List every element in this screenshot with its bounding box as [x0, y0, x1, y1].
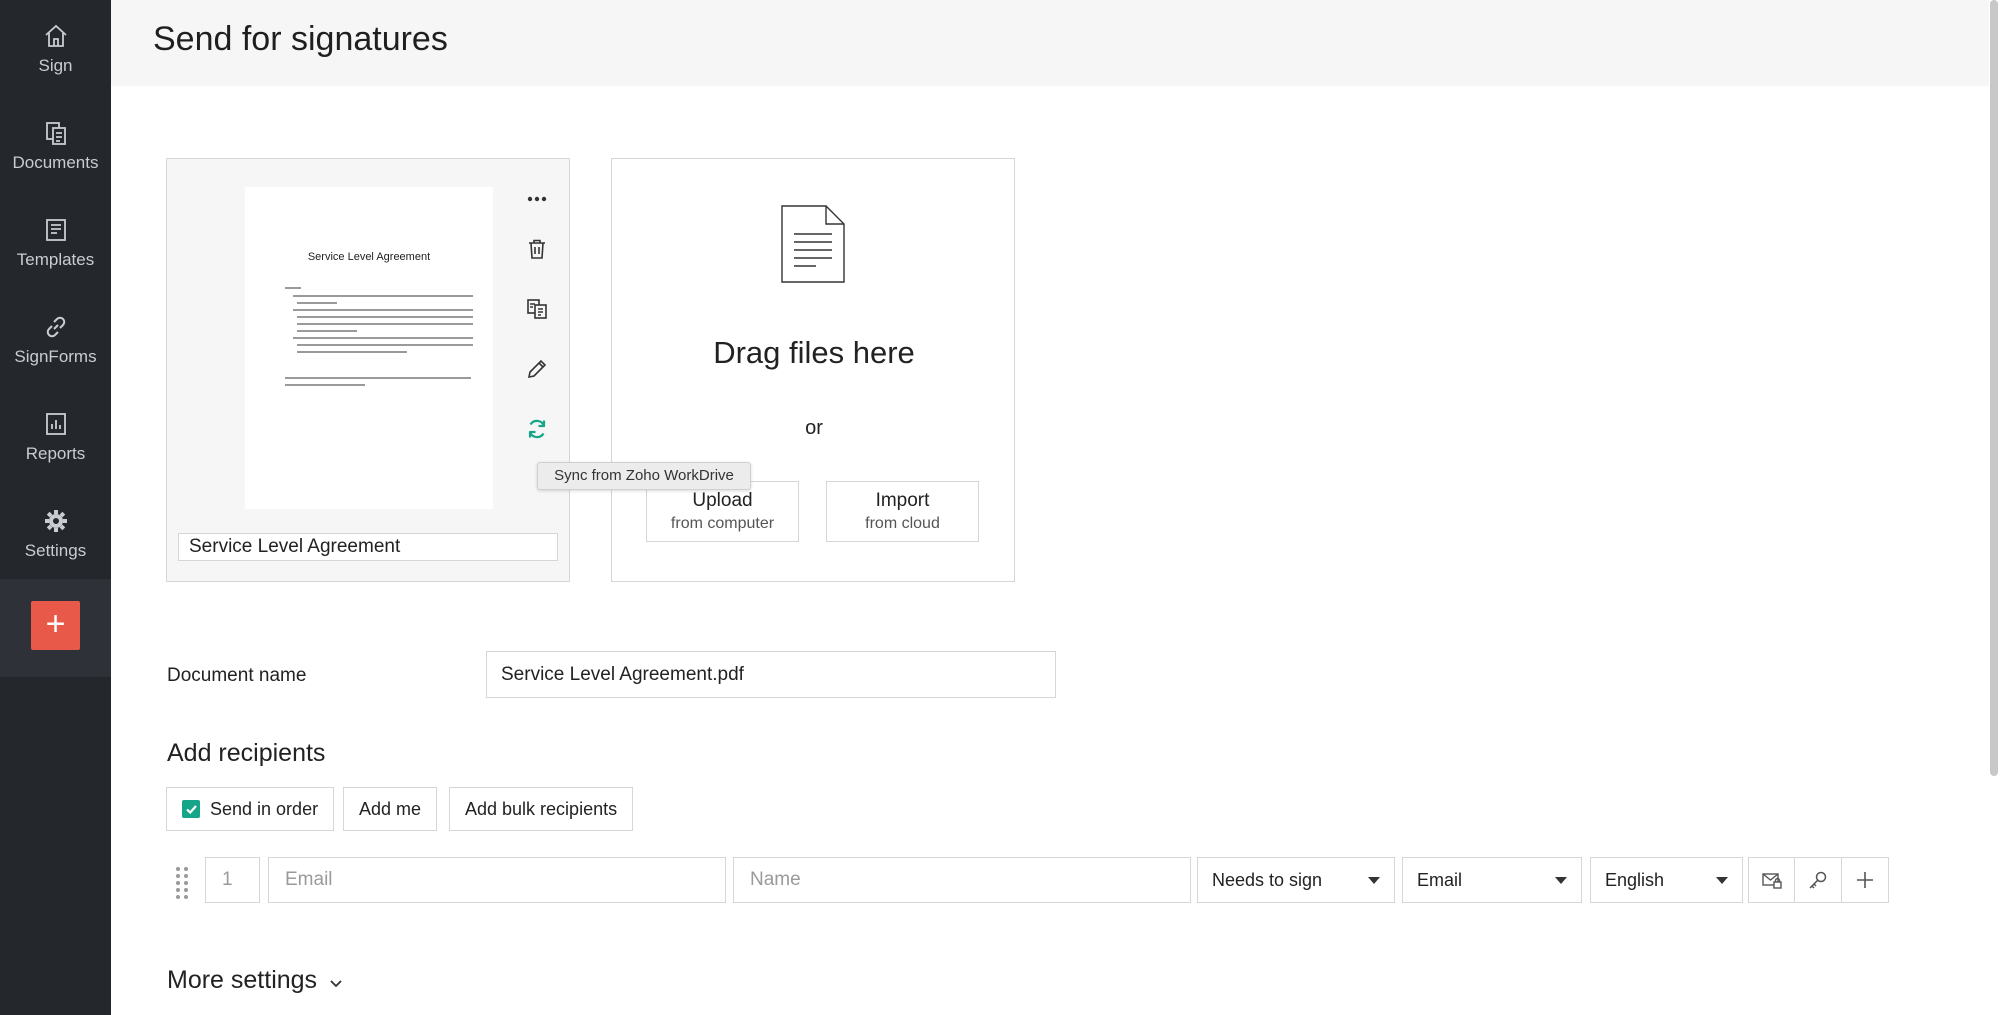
sidebar-item-label: Reports [25, 443, 86, 463]
recipient-email-input[interactable] [268, 857, 726, 903]
upload-button-title: Upload [692, 490, 753, 511]
sync-tooltip: Sync from Zoho WorkDrive [537, 462, 751, 490]
drag-handle-icon[interactable] [174, 865, 192, 899]
more-settings-toggle[interactable]: More settings [167, 966, 345, 995]
templates-icon [45, 218, 66, 241]
sidebar-item-sign[interactable]: Sign [0, 0, 111, 97]
gear-icon [44, 509, 67, 532]
sidebar-item-label: Templates [16, 249, 95, 269]
upload-button-subtitle: from computer [670, 515, 775, 532]
file-icon [781, 205, 845, 283]
recipient-delivery-select[interactable]: Email [1402, 857, 1582, 903]
new-document-button[interactable]: + [31, 601, 80, 650]
pencil-icon [527, 359, 547, 379]
document-name-field[interactable] [486, 651, 1056, 698]
link-icon [46, 316, 65, 337]
sidebar-item-reports[interactable]: Reports [0, 388, 111, 485]
sidebar: Sign Documents Templates SignForms Repor… [0, 0, 111, 1015]
import-button-title: Import [875, 490, 930, 511]
add-bulk-recipients-button[interactable]: Add bulk recipients [449, 787, 634, 831]
recipient-role-select[interactable]: Needs to sign [1197, 857, 1395, 903]
add-me-button[interactable]: Add me [343, 787, 438, 831]
recipient-role-value: Needs to sign [1212, 870, 1323, 890]
document-card: Service Level Agreement [166, 158, 570, 582]
recipient-order-field[interactable] [205, 857, 260, 903]
recipient-delivery-value: Email [1417, 870, 1463, 890]
sidebar-item-label: Documents [12, 152, 99, 172]
drag-files-text: Drag files here [713, 335, 915, 370]
trash-icon [529, 239, 545, 259]
check-icon [185, 804, 197, 814]
sidebar-item-signforms[interactable]: SignForms [0, 291, 111, 388]
send-in-order-toggle[interactable]: Send in order [166, 787, 335, 831]
add-recipients-title: Add recipients [167, 739, 326, 767]
send-in-order-label: Send in order [210, 798, 319, 819]
recipient-language-value: English [1605, 870, 1665, 890]
caret-down-icon [1555, 877, 1567, 884]
documents-icon [45, 121, 66, 145]
sidebar-item-label: Settings [24, 540, 87, 560]
more-icon [527, 196, 547, 202]
delete-button[interactable] [517, 229, 557, 269]
or-text: or [805, 417, 823, 439]
chevron-down-icon [330, 979, 342, 987]
recipient-name-input[interactable] [733, 857, 1191, 903]
sidebar-item-settings[interactable]: Settings [0, 485, 111, 582]
more-options-button[interactable] [517, 179, 557, 219]
private-message-button[interactable] [1749, 858, 1796, 902]
scrollbar-thumb[interactable] [1990, 0, 1998, 776]
plus-icon [1856, 872, 1873, 888]
import-from-cloud-button[interactable]: Import from cloud [826, 481, 979, 542]
page-title: Send for signatures [153, 20, 448, 58]
sidebar-item-label: Sign [38, 55, 73, 75]
sidebar-new-section: + [0, 579, 111, 677]
page-header: Send for signatures [111, 0, 1989, 86]
access-code-button[interactable] [1795, 858, 1842, 902]
import-button-subtitle: from cloud [865, 515, 940, 532]
document-name-label: Document name [167, 665, 307, 686]
reports-icon [45, 412, 66, 435]
edit-button[interactable] [517, 349, 557, 389]
caret-down-icon [1716, 877, 1728, 884]
envelope-lock-icon [1761, 873, 1782, 889]
caret-down-icon [1368, 877, 1380, 884]
send-in-order-checkbox[interactable] [182, 800, 200, 818]
document-card-name-input[interactable] [178, 533, 558, 561]
sync-icon [528, 419, 546, 439]
file-drop-zone[interactable]: Drag files here or Upload from computer … [611, 158, 1015, 582]
sidebar-item-label: SignForms [14, 346, 97, 366]
sidebar-item-templates[interactable]: Templates [0, 194, 111, 291]
preview-title: Service Level Agreement [307, 251, 431, 263]
recipient-language-select[interactable]: English [1590, 857, 1743, 903]
home-icon [44, 24, 67, 47]
upload-from-computer-button[interactable]: Upload from computer [646, 481, 799, 542]
recipient-actions [1748, 857, 1889, 903]
sync-button[interactable] [517, 409, 557, 449]
document-preview[interactable]: Service Level Agreement [245, 187, 493, 509]
add-recipient-button[interactable] [1842, 858, 1888, 902]
duplicate-button[interactable] [517, 289, 557, 329]
more-settings-label: More settings [167, 966, 318, 994]
key-icon [1809, 871, 1827, 889]
copy-icon [527, 299, 547, 319]
sidebar-item-documents[interactable]: Documents [0, 97, 111, 194]
